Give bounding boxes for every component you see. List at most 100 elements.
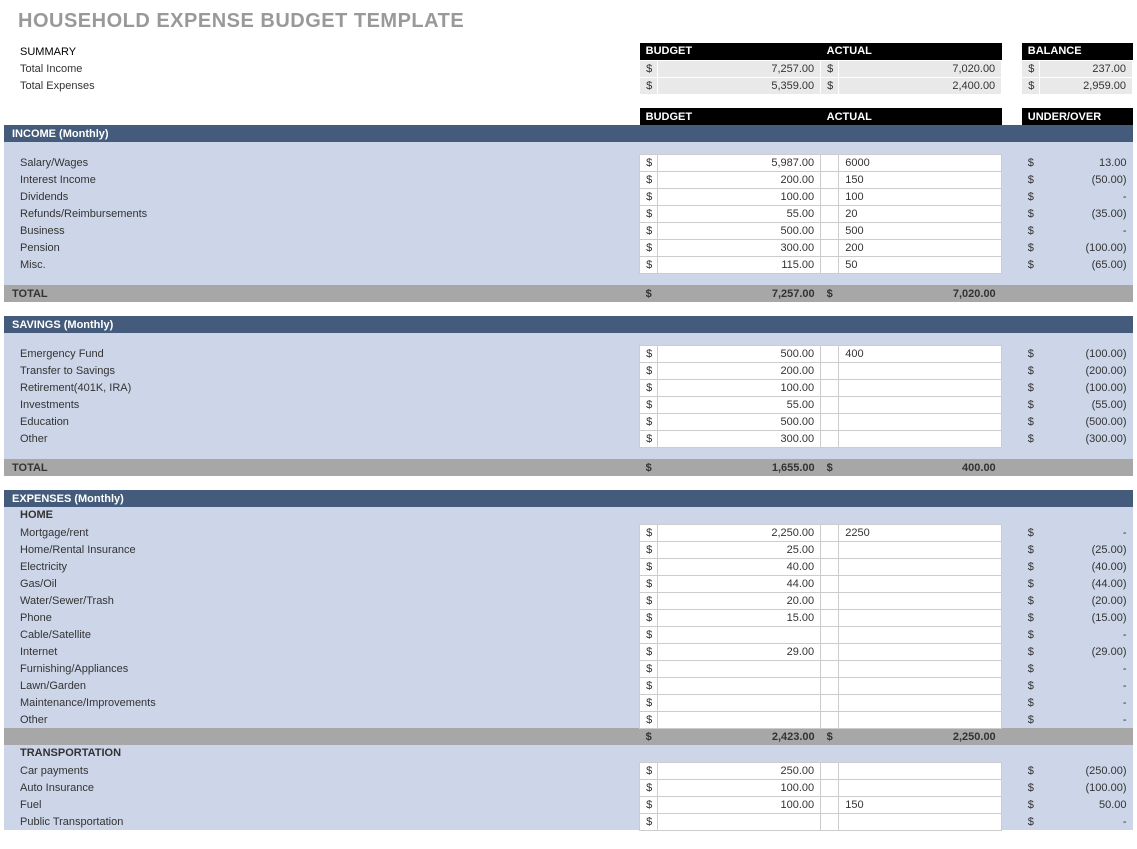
line-item: Furnishing/Appliances$$- [4,660,1133,677]
actual-input[interactable] [839,609,1002,626]
budget-input[interactable] [658,711,821,728]
budget-input[interactable]: 5,987.00 [658,154,821,171]
actual-input[interactable] [839,762,1002,779]
actual-dollar [821,222,839,239]
actual-input[interactable]: 500 [839,222,1002,239]
budget-input[interactable]: 200.00 [658,362,821,379]
budget-input[interactable]: 20.00 [658,592,821,609]
total-row: $2,423.00$2,250.00 [4,728,1133,745]
dollar-sign: $ [1022,188,1040,205]
actual-input[interactable] [839,541,1002,558]
item-label: Phone [4,609,640,626]
dollar-sign: $ [1022,524,1040,541]
actual-input[interactable] [839,430,1002,447]
item-label: Furnishing/Appliances [4,660,640,677]
budget-input[interactable]: 300.00 [658,239,821,256]
actual-input[interactable] [839,660,1002,677]
subsection-header: TRANSPORTATION [4,745,1133,762]
dollar-sign: $ [640,762,658,779]
actual-input[interactable] [839,362,1002,379]
item-label: Dividends [4,188,640,205]
actual-input[interactable] [839,379,1002,396]
dollar-sign: $ [640,459,658,476]
diff-value: (500.00) [1040,413,1133,430]
col-budget: BUDGET [640,108,821,125]
actual-input[interactable] [839,413,1002,430]
actual-input[interactable]: 20 [839,205,1002,222]
line-item: Car payments$250.00$(250.00) [4,762,1133,779]
dollar-sign: $ [1022,779,1040,796]
actual-input[interactable] [839,592,1002,609]
actual-input[interactable]: 6000 [839,154,1002,171]
budget-input[interactable]: 100.00 [658,779,821,796]
actual-dollar [821,396,839,413]
budget-input[interactable] [658,813,821,830]
summary-actual: 7,020.00 [839,60,1002,77]
dollar-sign: $ [640,188,658,205]
diff-value: (35.00) [1040,205,1133,222]
line-item: Other$300.00$(300.00) [4,430,1133,447]
budget-input[interactable]: 25.00 [658,541,821,558]
actual-dollar [821,171,839,188]
actual-input[interactable]: 50 [839,256,1002,273]
dollar-sign: $ [821,728,839,745]
actual-dollar [821,379,839,396]
actual-input[interactable]: 150 [839,796,1002,813]
actual-input[interactable]: 2250 [839,524,1002,541]
budget-input[interactable]: 100.00 [658,379,821,396]
summary-actual: 2,400.00 [839,77,1002,94]
budget-input[interactable]: 2,250.00 [658,524,821,541]
budget-input[interactable]: 200.00 [658,171,821,188]
line-item: Electricity$40.00$(40.00) [4,558,1133,575]
actual-input[interactable] [839,677,1002,694]
actual-input[interactable] [839,711,1002,728]
actual-input[interactable]: 400 [839,345,1002,362]
diff-value: (15.00) [1040,609,1133,626]
item-label: Home/Rental Insurance [4,541,640,558]
diff-value: (250.00) [1040,762,1133,779]
actual-dollar [821,643,839,660]
line-item: Mortgage/rent$2,250.002250$- [4,524,1133,541]
actual-input[interactable] [839,643,1002,660]
budget-input[interactable] [658,694,821,711]
actual-input[interactable] [839,813,1002,830]
actual-input[interactable] [839,779,1002,796]
actual-input[interactable] [839,626,1002,643]
dollar-sign: $ [1022,205,1040,222]
budget-input[interactable]: 500.00 [658,345,821,362]
actual-dollar [821,345,839,362]
budget-input[interactable] [658,677,821,694]
actual-input[interactable] [839,396,1002,413]
budget-input[interactable] [658,660,821,677]
budget-input[interactable]: 250.00 [658,762,821,779]
dollar-sign: $ [1022,558,1040,575]
actual-dollar [821,711,839,728]
actual-input[interactable]: 100 [839,188,1002,205]
item-label: Lawn/Garden [4,677,640,694]
col-under-over: UNDER/OVER [1022,108,1133,125]
budget-input[interactable]: 500.00 [658,222,821,239]
actual-input[interactable] [839,558,1002,575]
dollar-sign: $ [640,256,658,273]
actual-input[interactable]: 200 [839,239,1002,256]
budget-input[interactable]: 44.00 [658,575,821,592]
total-row: TOTAL$1,655.00$400.00 [4,459,1133,476]
budget-input[interactable] [658,626,821,643]
budget-input[interactable]: 55.00 [658,396,821,413]
budget-input[interactable]: 100.00 [658,796,821,813]
item-label: Electricity [4,558,640,575]
budget-input[interactable]: 40.00 [658,558,821,575]
budget-input[interactable]: 55.00 [658,205,821,222]
dollar-sign: $ [1022,796,1040,813]
dollar-sign: $ [640,796,658,813]
budget-input[interactable]: 100.00 [658,188,821,205]
diff-value: (100.00) [1040,239,1133,256]
budget-input[interactable]: 115.00 [658,256,821,273]
budget-input[interactable]: 300.00 [658,430,821,447]
budget-input[interactable]: 29.00 [658,643,821,660]
actual-input[interactable] [839,694,1002,711]
budget-input[interactable]: 500.00 [658,413,821,430]
actual-input[interactable] [839,575,1002,592]
budget-input[interactable]: 15.00 [658,609,821,626]
actual-input[interactable]: 150 [839,171,1002,188]
